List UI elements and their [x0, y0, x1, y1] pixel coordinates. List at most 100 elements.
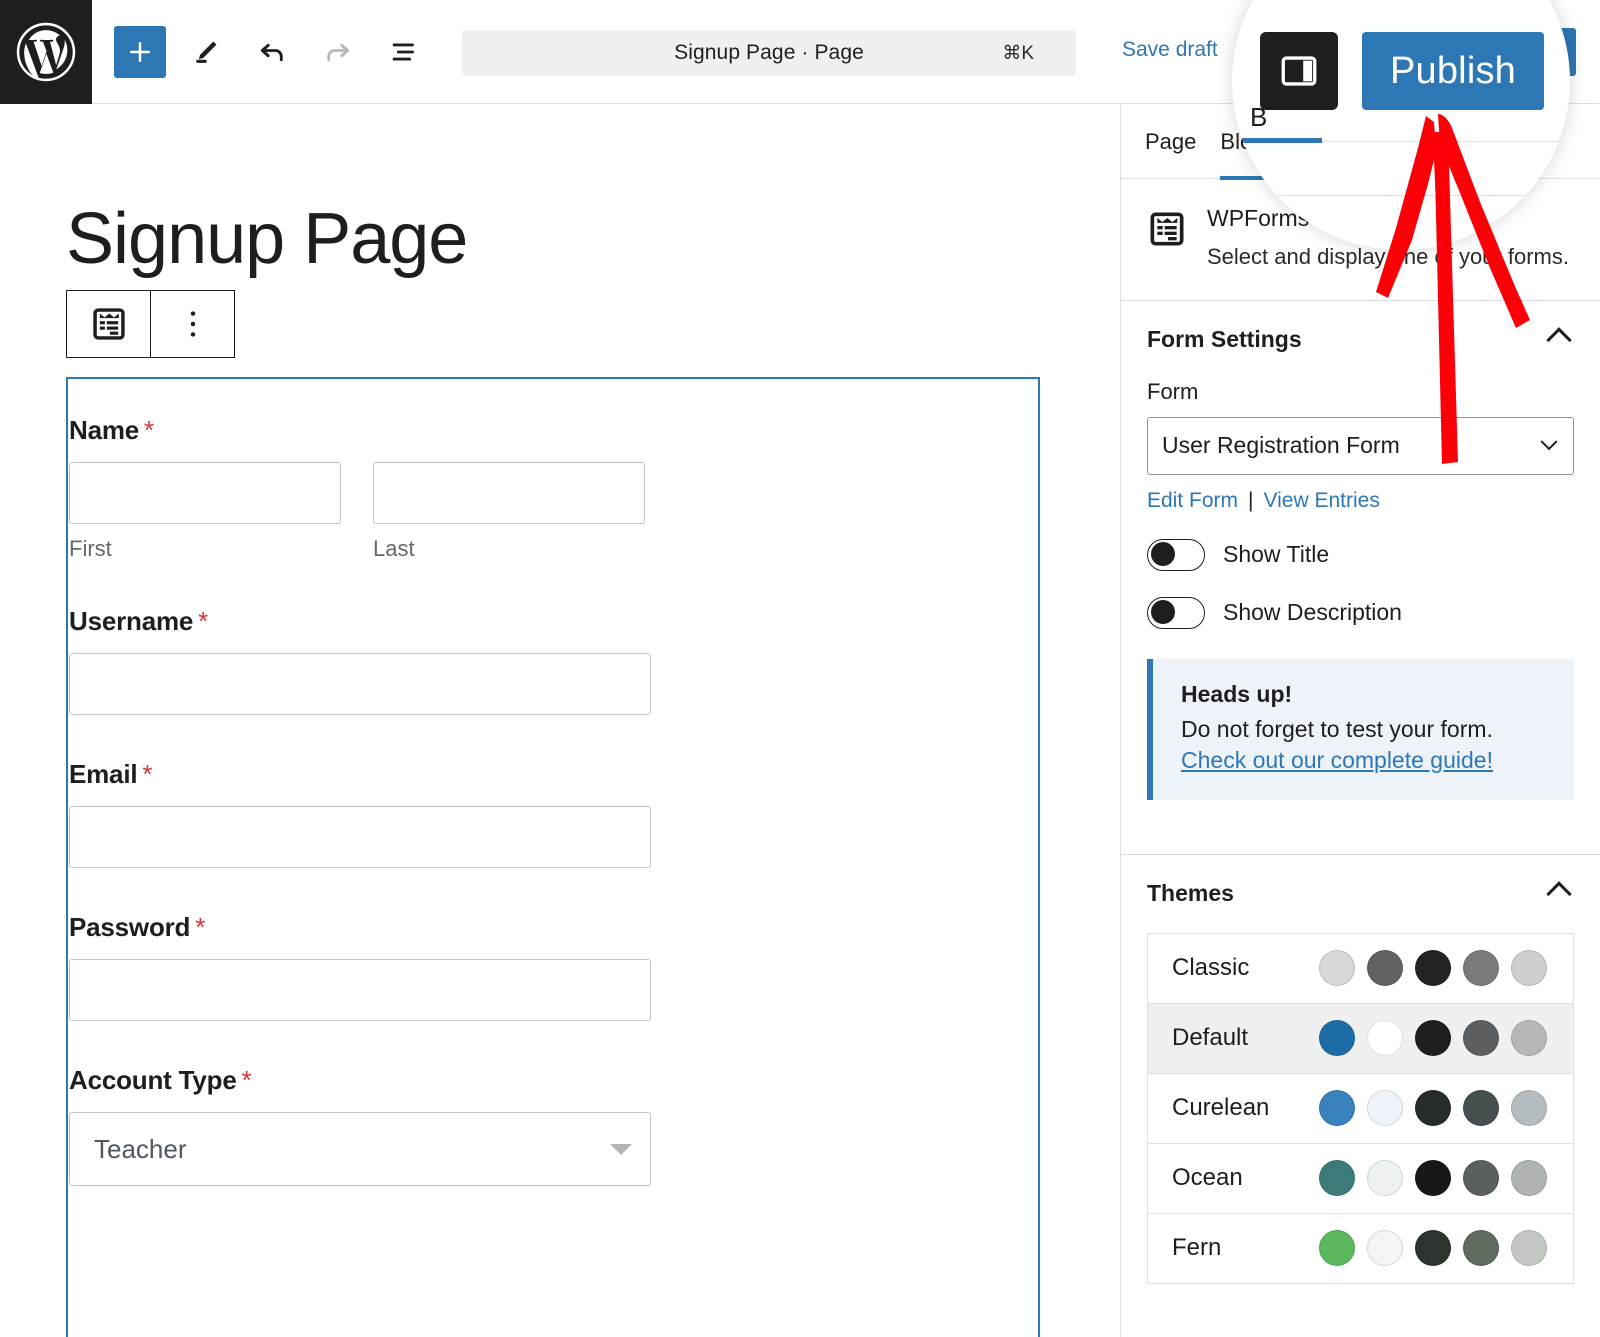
show-description-toggle[interactable]	[1147, 596, 1205, 629]
theme-color-swatch	[1367, 1230, 1403, 1267]
password-input[interactable]	[69, 959, 651, 1021]
add-block-button[interactable]	[114, 25, 166, 78]
form-settings-panel-header[interactable]: Form Settings	[1121, 301, 1600, 379]
field-label-text: Email	[69, 759, 138, 789]
link-divider: |	[1248, 488, 1254, 512]
magnified-sidebar-toggle-button[interactable]	[1260, 32, 1338, 110]
theme-color-swatch	[1463, 950, 1499, 987]
name-first-col: First	[69, 462, 341, 562]
magnifier-content: B Publish	[1232, 0, 1570, 250]
first-name-input[interactable]	[69, 462, 341, 524]
themes-list: Classic Default Curelean Ocean Fern	[1147, 932, 1574, 1284]
edit-form-link[interactable]: Edit Form	[1147, 489, 1238, 513]
undo-arrow-icon	[260, 43, 283, 61]
field-label-text: Account Type	[69, 1065, 237, 1095]
command-palette-shortcut: ⌘K	[1002, 42, 1034, 64]
show-description-label: Show Description	[1223, 599, 1402, 626]
tab-page[interactable]: Page	[1145, 105, 1220, 179]
wordpress-logo-icon[interactable]	[0, 0, 92, 104]
pencil-tools-icon	[196, 41, 217, 63]
notice-title: Heads up!	[1181, 680, 1293, 707]
theme-name: Ocean	[1172, 1164, 1243, 1192]
wpforms-block-icon	[1147, 209, 1187, 272]
themes-panel-header[interactable]: Themes	[1121, 855, 1600, 933]
theme-swatches	[1319, 1160, 1547, 1197]
document-title-bar[interactable]: Signup Page · Page ⌘K	[462, 30, 1076, 76]
block-toolbar	[66, 290, 235, 358]
heads-up-notice: Heads up! Do not forget to test your for…	[1147, 658, 1574, 800]
username-input[interactable]	[69, 653, 651, 715]
theme-color-swatch	[1511, 950, 1547, 987]
theme-row[interactable]: Curelean	[1148, 1073, 1573, 1144]
theme-row[interactable]: Fern	[1148, 1213, 1573, 1284]
form-field-account-type: Account Type * Teacher	[68, 1065, 1038, 1186]
email-input[interactable]	[69, 806, 651, 868]
wpforms-form-block[interactable]: Name * First Last Username * Email * Pas…	[66, 377, 1040, 1337]
chevron-up-icon	[1546, 326, 1572, 353]
theme-color-swatch	[1319, 1020, 1355, 1057]
theme-color-swatch	[1463, 1230, 1499, 1267]
theme-color-swatch	[1463, 1090, 1499, 1127]
wordpress-logo-glyph	[16, 22, 76, 81]
required-marker: *	[144, 415, 154, 445]
theme-color-swatch	[1511, 1090, 1547, 1127]
form-select-value: User Registration Form	[1162, 432, 1400, 459]
wpforms-block-icon	[92, 308, 125, 340]
magnifier-callout: B Publish	[1232, 0, 1570, 250]
theme-color-swatch	[1319, 1160, 1355, 1197]
tools-button[interactable]	[180, 26, 232, 78]
form-settings-title: Form Settings	[1147, 326, 1302, 353]
field-label-text: Password	[69, 912, 191, 942]
form-field-username: Username *	[68, 606, 1038, 715]
theme-color-swatch	[1319, 950, 1355, 987]
theme-color-swatch	[1463, 1020, 1499, 1057]
form-settings-panel-body: Form User Registration Form Edit Form | …	[1121, 379, 1600, 826]
magnified-publish-button[interactable]: Publish	[1362, 32, 1544, 110]
block-options-button[interactable]	[151, 291, 234, 357]
document-title: Signup Page · Page	[674, 41, 864, 64]
page-title[interactable]: Signup Page	[66, 203, 468, 275]
theme-color-swatch	[1463, 1160, 1499, 1197]
list-view-icon	[392, 43, 414, 60]
account-type-select[interactable]: Teacher	[69, 1112, 651, 1186]
redo-button[interactable]	[312, 26, 364, 78]
notice-guide-link[interactable]: Check out our complete guide!	[1181, 747, 1493, 773]
theme-swatches	[1319, 1020, 1547, 1057]
wpforms-block-glyph	[1150, 212, 1184, 246]
theme-color-swatch	[1415, 1230, 1451, 1267]
save-draft-button[interactable]: Save draft	[1122, 38, 1218, 62]
magnified-divider-2	[1232, 195, 1570, 196]
account-type-value: Teacher	[94, 1133, 187, 1164]
field-label: Name *	[69, 415, 1038, 446]
toggle-knob	[1151, 541, 1175, 566]
theme-name: Classic	[1172, 954, 1250, 982]
required-marker: *	[195, 912, 206, 942]
show-description-row: Show Description	[1147, 596, 1574, 629]
form-preview: Name * First Last Username * Email * Pas…	[68, 379, 1038, 1186]
view-entries-link[interactable]: View Entries	[1263, 489, 1379, 513]
required-marker: *	[142, 759, 153, 789]
theme-row[interactable]: Default	[1148, 1003, 1573, 1074]
document-list-view-button[interactable]	[378, 26, 430, 78]
field-label-text: Name	[69, 415, 140, 445]
theme-color-swatch	[1415, 1160, 1451, 1197]
theme-color-swatch	[1319, 1230, 1355, 1267]
theme-color-swatch	[1415, 1090, 1451, 1127]
required-marker: *	[241, 1065, 252, 1095]
undo-button[interactable]	[246, 26, 298, 78]
form-field-password: Password *	[68, 912, 1038, 1021]
field-label: Account Type *	[69, 1065, 1038, 1096]
theme-row[interactable]: Classic	[1148, 933, 1573, 1004]
theme-swatches	[1319, 1230, 1547, 1267]
theme-row[interactable]: Ocean	[1148, 1143, 1573, 1214]
last-name-input[interactable]	[373, 462, 645, 524]
theme-color-swatch	[1511, 1230, 1547, 1267]
themes-panel-body: Classic Default Curelean Ocean Fern	[1121, 932, 1600, 1310]
show-title-toggle[interactable]	[1147, 538, 1205, 571]
block-type-button[interactable]	[67, 291, 150, 357]
form-field-name: Name * First Last	[68, 415, 1038, 562]
theme-color-swatch	[1511, 1020, 1547, 1057]
form-select[interactable]: User Registration Form	[1147, 416, 1574, 475]
theme-color-swatch	[1415, 1020, 1451, 1057]
chevron-up-icon	[1546, 880, 1572, 907]
